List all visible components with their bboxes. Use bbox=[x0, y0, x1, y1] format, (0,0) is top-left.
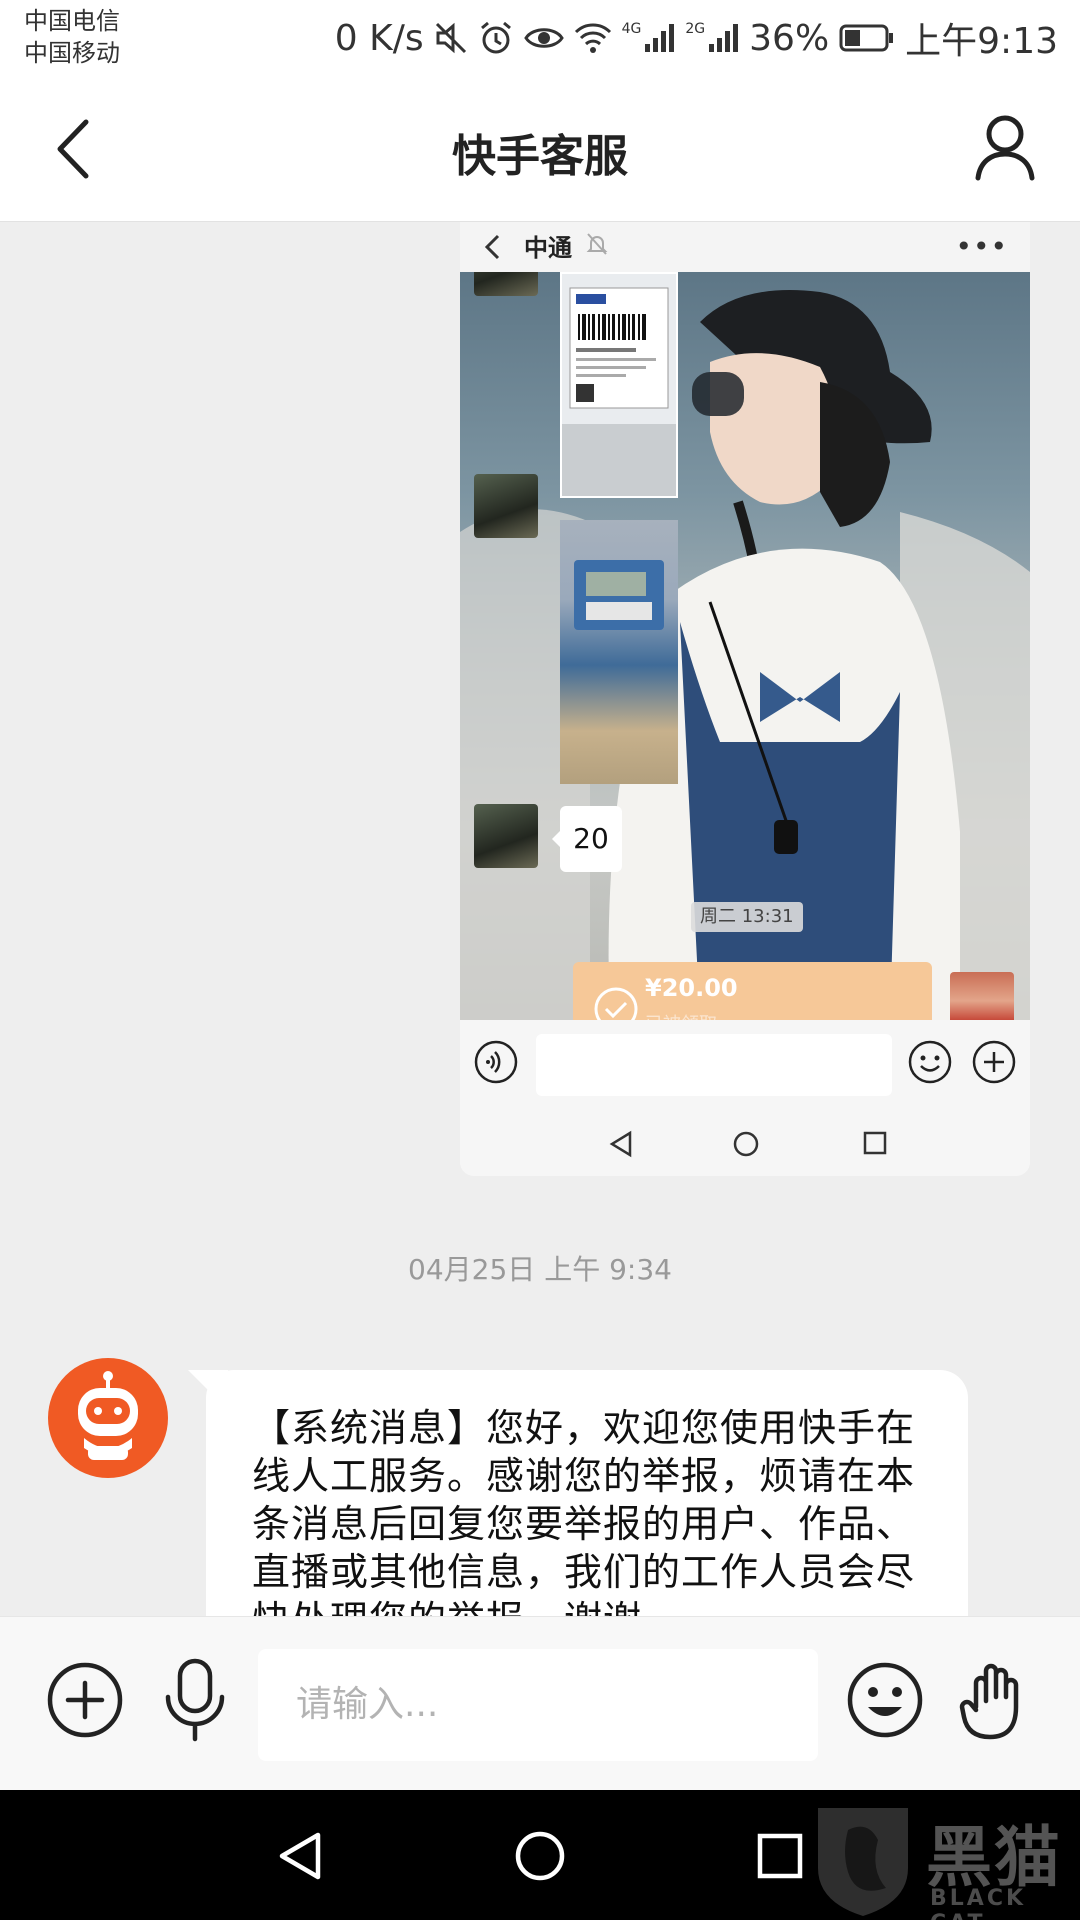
screenshot-chat-header: 中通 ••• bbox=[460, 222, 1030, 272]
eye-icon bbox=[523, 28, 564, 48]
network-type-2: 2G bbox=[685, 21, 706, 37]
shipping-label-image bbox=[560, 272, 678, 498]
plus-circle-icon bbox=[972, 1040, 1016, 1084]
chat-background-photo: 20 周二 13:31 ¥20.00 已被领取 bbox=[460, 272, 1030, 1020]
screenshot-nav-bar bbox=[460, 1112, 1030, 1176]
nav-back-icon bbox=[609, 1130, 632, 1158]
app-header: 快手客服 bbox=[0, 80, 1080, 222]
check-circle-icon bbox=[594, 987, 638, 1020]
nav-recents-button[interactable] bbox=[756, 1832, 804, 1880]
bot-message-bubble[interactable]: 【系统消息】您好，欢迎您使用快手在线人工服务。感谢您的举报，烦请在本条消息后回复… bbox=[206, 1370, 968, 1616]
transfer-amount: ¥20.00 bbox=[645, 974, 738, 1002]
chevron-left-icon bbox=[484, 234, 500, 260]
screenshot-text-field bbox=[536, 1034, 892, 1096]
wifi-icon bbox=[574, 23, 611, 53]
message-input[interactable]: 请输入... bbox=[258, 1649, 818, 1761]
battery-percent: 36% bbox=[749, 17, 830, 59]
nav-home-button[interactable] bbox=[514, 1830, 566, 1882]
message-timestamp: 04月25日 上午 9:34 bbox=[408, 1253, 672, 1286]
watermark-subtext: BLACK CAT bbox=[930, 1886, 1027, 1920]
status-indicators: 0 K/s 4G 2G 36% 上午9:13 bbox=[334, 14, 1058, 63]
sender-avatar bbox=[950, 972, 1014, 1020]
message-input-bar: 请输入... bbox=[0, 1616, 1080, 1790]
mute-icon bbox=[435, 22, 466, 54]
battery-icon bbox=[839, 24, 894, 52]
screenshot-chat-title: 中通 bbox=[524, 234, 572, 262]
screenshot-timestamp: 周二 13:31 bbox=[691, 902, 803, 932]
carrier-label-1: 中国电信 bbox=[24, 7, 120, 35]
alarm-icon bbox=[480, 21, 511, 54]
bell-off-icon bbox=[586, 233, 608, 255]
shared-screenshot-message[interactable]: 中通 ••• 20 周二 13:31 ¥20.00 bbox=[460, 222, 1030, 1176]
emoji-button[interactable] bbox=[846, 1661, 924, 1739]
robot-avatar-icon[interactable] bbox=[48, 1358, 168, 1478]
watermark-logo: 黑猫 BLACK CAT bbox=[808, 1800, 1080, 1920]
chat-avatar bbox=[474, 804, 538, 868]
clock: 上午9:13 bbox=[905, 21, 1058, 62]
scale-icon bbox=[574, 560, 664, 630]
chat-avatar bbox=[474, 272, 538, 296]
money-transfer-card: ¥20.00 已被领取 bbox=[573, 962, 932, 1020]
nav-recents-icon bbox=[863, 1131, 887, 1155]
scale-photo bbox=[560, 520, 678, 784]
signal-icon-2 bbox=[709, 24, 739, 52]
chat-avatar bbox=[474, 474, 538, 538]
transfer-status: 已被领取 bbox=[645, 1010, 717, 1020]
cat-shield-icon bbox=[818, 1808, 908, 1916]
status-bar: 中国电信 中国移动 0 K/s 4G 2G 36% 上午9:13 bbox=[0, 0, 1080, 80]
barcode-icon bbox=[562, 287, 676, 496]
reply-bubble: 20 bbox=[560, 806, 622, 872]
emoji-icon bbox=[908, 1040, 952, 1084]
profile-button[interactable] bbox=[970, 112, 1040, 182]
carrier-label-2: 中国移动 bbox=[24, 39, 120, 67]
page-title: 快手客服 bbox=[452, 131, 628, 182]
voice-icon bbox=[474, 1040, 518, 1084]
network-speed: 0 K/s bbox=[334, 17, 424, 59]
nav-back-button[interactable] bbox=[276, 1830, 324, 1882]
microphone-button[interactable] bbox=[160, 1657, 230, 1743]
gesture-hand-button[interactable] bbox=[958, 1657, 1034, 1743]
add-button[interactable] bbox=[46, 1661, 124, 1739]
bot-message-text: 【系统消息】您好，欢迎您使用快手在线人工服务。感谢您的举报，烦请在本条消息后回复… bbox=[252, 1406, 916, 1616]
screenshot-input-bar bbox=[460, 1020, 1030, 1112]
network-type-1: 4G bbox=[621, 21, 642, 37]
more-icon: ••• bbox=[955, 230, 1008, 263]
nav-home-icon bbox=[733, 1131, 759, 1157]
signal-icon bbox=[645, 24, 675, 52]
